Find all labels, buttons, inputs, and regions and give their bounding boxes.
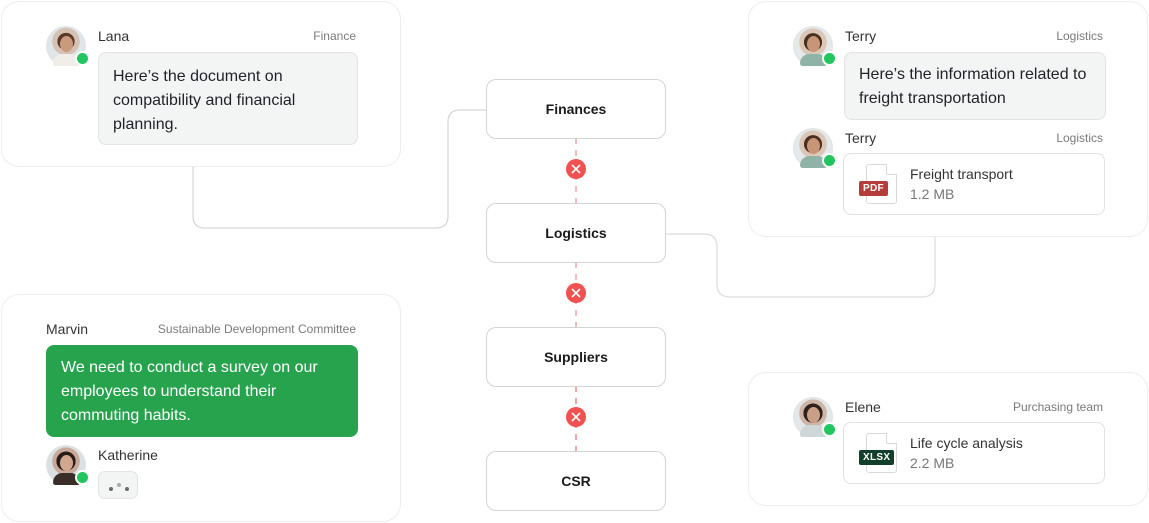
typing-indicator-icon (98, 471, 138, 499)
xlsx-file-icon: XLSX (859, 450, 895, 465)
online-status-icon (75, 470, 90, 485)
file-fold (886, 164, 897, 175)
close-icon (571, 288, 581, 298)
author-name: Terry (845, 130, 877, 146)
online-status-icon (822, 153, 837, 168)
author-department: Purchasing team (1012, 400, 1103, 414)
author-name: Terry (845, 28, 877, 44)
avatar-face (807, 138, 820, 154)
online-status-icon (822, 422, 837, 437)
author-name: Marvin (46, 321, 89, 337)
close-icon (571, 412, 581, 422)
avatar-terry[interactable] (793, 26, 837, 66)
purchasing-chat-card: Elene Purchasing team XLSX Life cycle an… (748, 372, 1148, 506)
author-name: Lana (98, 28, 130, 44)
file-name: Freight transport (910, 166, 1013, 182)
author-department: Logistics (1056, 29, 1103, 43)
file-fold (886, 433, 897, 444)
avatar-lana[interactable] (46, 26, 90, 66)
avatar-face (60, 455, 73, 471)
file-size: 1.2 MB (910, 186, 955, 202)
connector-logistics-to-logistics-card (665, 233, 936, 298)
author-name: Elene (845, 399, 881, 415)
pdf-file-icon: PDF (859, 181, 888, 196)
finance-chat-card: Lana Finance Here’s the document on comp… (1, 1, 401, 167)
node-label: Finances (545, 101, 607, 117)
node-logistics[interactable]: Logistics (486, 203, 666, 263)
node-suppliers[interactable]: Suppliers (486, 327, 666, 387)
avatar-katherine[interactable] (46, 445, 90, 485)
author-department: Logistics (1056, 131, 1103, 145)
avatar-face (807, 36, 820, 52)
file-size: 2.2 MB (910, 455, 955, 471)
blocked-link-badge[interactable] (566, 407, 586, 427)
online-status-icon (75, 51, 90, 66)
node-finances[interactable]: Finances (486, 79, 666, 139)
author-department: Finance (313, 29, 356, 43)
file-attachment-freight-transport[interactable]: PDF Freight transport 1.2 MB (843, 153, 1105, 215)
author-name: Katherine (98, 447, 158, 463)
message-bubble: Here’s the information related to freigh… (844, 52, 1106, 120)
node-label: Logistics (545, 225, 607, 241)
node-label: CSR (561, 473, 591, 489)
avatar-face (60, 36, 73, 52)
message-bubble-highlighted: We need to conduct a survey on our emplo… (46, 345, 358, 437)
close-icon (571, 164, 581, 174)
avatar-terry[interactable] (793, 128, 837, 168)
online-status-icon (822, 51, 837, 66)
file-attachment-life-cycle-analysis[interactable]: XLSX Life cycle analysis 2.2 MB (843, 422, 1105, 484)
logistics-chat-card: Terry Logistics Here’s the information r… (748, 1, 1148, 237)
file-name: Life cycle analysis (910, 435, 1023, 451)
blocked-link-badge[interactable] (566, 283, 586, 303)
blocked-link-badge[interactable] (566, 159, 586, 179)
node-label: Suppliers (544, 349, 608, 365)
node-csr[interactable]: CSR (486, 451, 666, 511)
avatar-face (807, 407, 820, 423)
message-bubble: Here’s the document on compatibility and… (98, 52, 358, 145)
avatar-elene[interactable] (793, 397, 837, 437)
csr-chat-card: Marvin Sustainable Development Committee… (1, 294, 401, 522)
author-department: Sustainable Development Committee (157, 322, 356, 336)
